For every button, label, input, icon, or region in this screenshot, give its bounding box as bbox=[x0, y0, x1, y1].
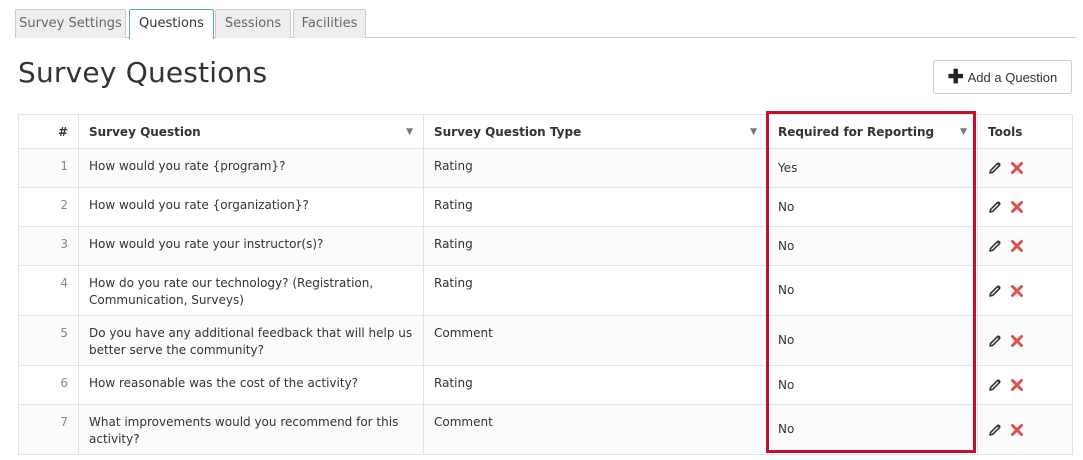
tab-sessions[interactable]: Sessions bbox=[215, 9, 291, 38]
table-row: 4 How do you rate our technology? (Regist… bbox=[18, 265, 1073, 316]
pencil-icon[interactable] bbox=[988, 378, 1002, 392]
question-type: Rating bbox=[423, 265, 768, 316]
row-tools bbox=[977, 404, 1073, 455]
add-question-button[interactable]: ✚ Add a Question bbox=[933, 60, 1072, 94]
delete-icon[interactable] bbox=[1010, 423, 1024, 437]
question-text: How would you rate {organization}? bbox=[78, 187, 424, 227]
tool-group bbox=[988, 334, 1062, 348]
plus-icon: ✚ bbox=[947, 66, 964, 88]
row-number: 2 bbox=[18, 187, 79, 227]
row-tools bbox=[977, 365, 1073, 405]
delete-icon[interactable] bbox=[1010, 239, 1024, 253]
question-text: How reasonable was the cost of the activ… bbox=[78, 365, 424, 405]
delete-icon[interactable] bbox=[1010, 378, 1024, 392]
chevron-down-icon[interactable]: ▼ bbox=[960, 127, 967, 137]
required-value: No bbox=[767, 226, 978, 266]
question-text: How would you rate your instructor(s)? bbox=[78, 226, 424, 266]
question-text: How would you rate {program}? bbox=[78, 148, 424, 188]
table-header-row: # Survey Question ▼ Survey Question Type… bbox=[18, 114, 1073, 149]
row-number: 5 bbox=[18, 315, 79, 366]
question-type: Comment bbox=[423, 315, 768, 366]
row-tools bbox=[977, 226, 1073, 266]
delete-icon[interactable] bbox=[1010, 284, 1024, 298]
pencil-icon[interactable] bbox=[988, 423, 1002, 437]
tool-group bbox=[988, 161, 1062, 175]
delete-icon[interactable] bbox=[1010, 161, 1024, 175]
row-tools bbox=[977, 148, 1073, 188]
row-tools bbox=[977, 315, 1073, 366]
row-tools bbox=[977, 187, 1073, 227]
question-type: Rating bbox=[423, 187, 768, 227]
questions-table: # Survey Question ▼ Survey Question Type… bbox=[18, 114, 1073, 455]
tool-group bbox=[988, 284, 1062, 298]
tool-group bbox=[988, 239, 1062, 253]
row-number: 3 bbox=[18, 226, 79, 266]
header-tools: Tools bbox=[977, 114, 1073, 149]
delete-icon[interactable] bbox=[1010, 200, 1024, 214]
row-number: 7 bbox=[18, 404, 79, 455]
header-required-label: Required for Reporting bbox=[778, 124, 935, 139]
header-survey-question[interactable]: Survey Question ▼ bbox=[78, 114, 424, 149]
table-row: 3 How would you rate your instructor(s)? R… bbox=[18, 226, 1073, 266]
required-value: No bbox=[767, 187, 978, 227]
tool-group bbox=[988, 200, 1062, 214]
pencil-icon[interactable] bbox=[988, 239, 1002, 253]
question-type: Rating bbox=[423, 148, 768, 188]
chevron-down-icon[interactable]: ▼ bbox=[750, 127, 757, 137]
pencil-icon[interactable] bbox=[988, 200, 1002, 214]
row-number: 6 bbox=[18, 365, 79, 405]
add-question-label: Add a Question bbox=[967, 69, 1058, 85]
delete-icon[interactable] bbox=[1010, 334, 1024, 348]
header-survey-question-label: Survey Question bbox=[89, 124, 201, 139]
header-question-type[interactable]: Survey Question Type ▼ bbox=[423, 114, 768, 149]
tool-group bbox=[988, 378, 1062, 392]
header-number: # bbox=[18, 114, 79, 149]
question-text: How do you rate our technology? (Registr… bbox=[78, 265, 424, 316]
page-title: Survey Questions bbox=[18, 56, 268, 89]
row-tools bbox=[977, 265, 1073, 316]
required-value: No bbox=[767, 404, 978, 455]
tab-bar: Survey Settings Questions Sessions Facil… bbox=[15, 9, 1076, 39]
question-text: Do you have any additional feedback that… bbox=[78, 315, 424, 366]
tool-group bbox=[988, 423, 1062, 437]
question-type: Rating bbox=[423, 226, 768, 266]
question-type: Rating bbox=[423, 365, 768, 405]
table-row: 5 Do you have any additional feedback tha… bbox=[18, 315, 1073, 366]
pencil-icon[interactable] bbox=[988, 334, 1002, 348]
header-required-for-reporting[interactable]: Required for Reporting ▼ bbox=[767, 114, 978, 149]
table-row: 1 How would you rate {program}? Rating Yes bbox=[18, 148, 1073, 188]
required-value: No bbox=[767, 265, 978, 316]
row-number: 4 bbox=[18, 265, 79, 316]
pencil-icon[interactable] bbox=[988, 284, 1002, 298]
table-row: 2 How would you rate {organization}? Ratin… bbox=[18, 187, 1073, 227]
tab-survey-settings[interactable]: Survey Settings bbox=[15, 9, 126, 38]
table-row: 7 What improvements would you recommend f… bbox=[18, 404, 1073, 455]
required-value: Yes bbox=[767, 148, 978, 188]
header-question-type-label: Survey Question Type bbox=[434, 124, 582, 139]
row-number: 1 bbox=[18, 148, 79, 188]
question-type: Comment bbox=[423, 404, 768, 455]
tab-questions[interactable]: Questions bbox=[129, 9, 214, 39]
table-row: 6 How reasonable was the cost of the acti… bbox=[18, 365, 1073, 405]
required-value: No bbox=[767, 365, 978, 405]
question-text: What improvements would you recommend fo… bbox=[78, 404, 424, 455]
chevron-down-icon[interactable]: ▼ bbox=[406, 127, 413, 137]
tab-facilities[interactable]: Facilities bbox=[293, 9, 366, 38]
pencil-icon[interactable] bbox=[988, 161, 1002, 175]
required-value: No bbox=[767, 315, 978, 366]
